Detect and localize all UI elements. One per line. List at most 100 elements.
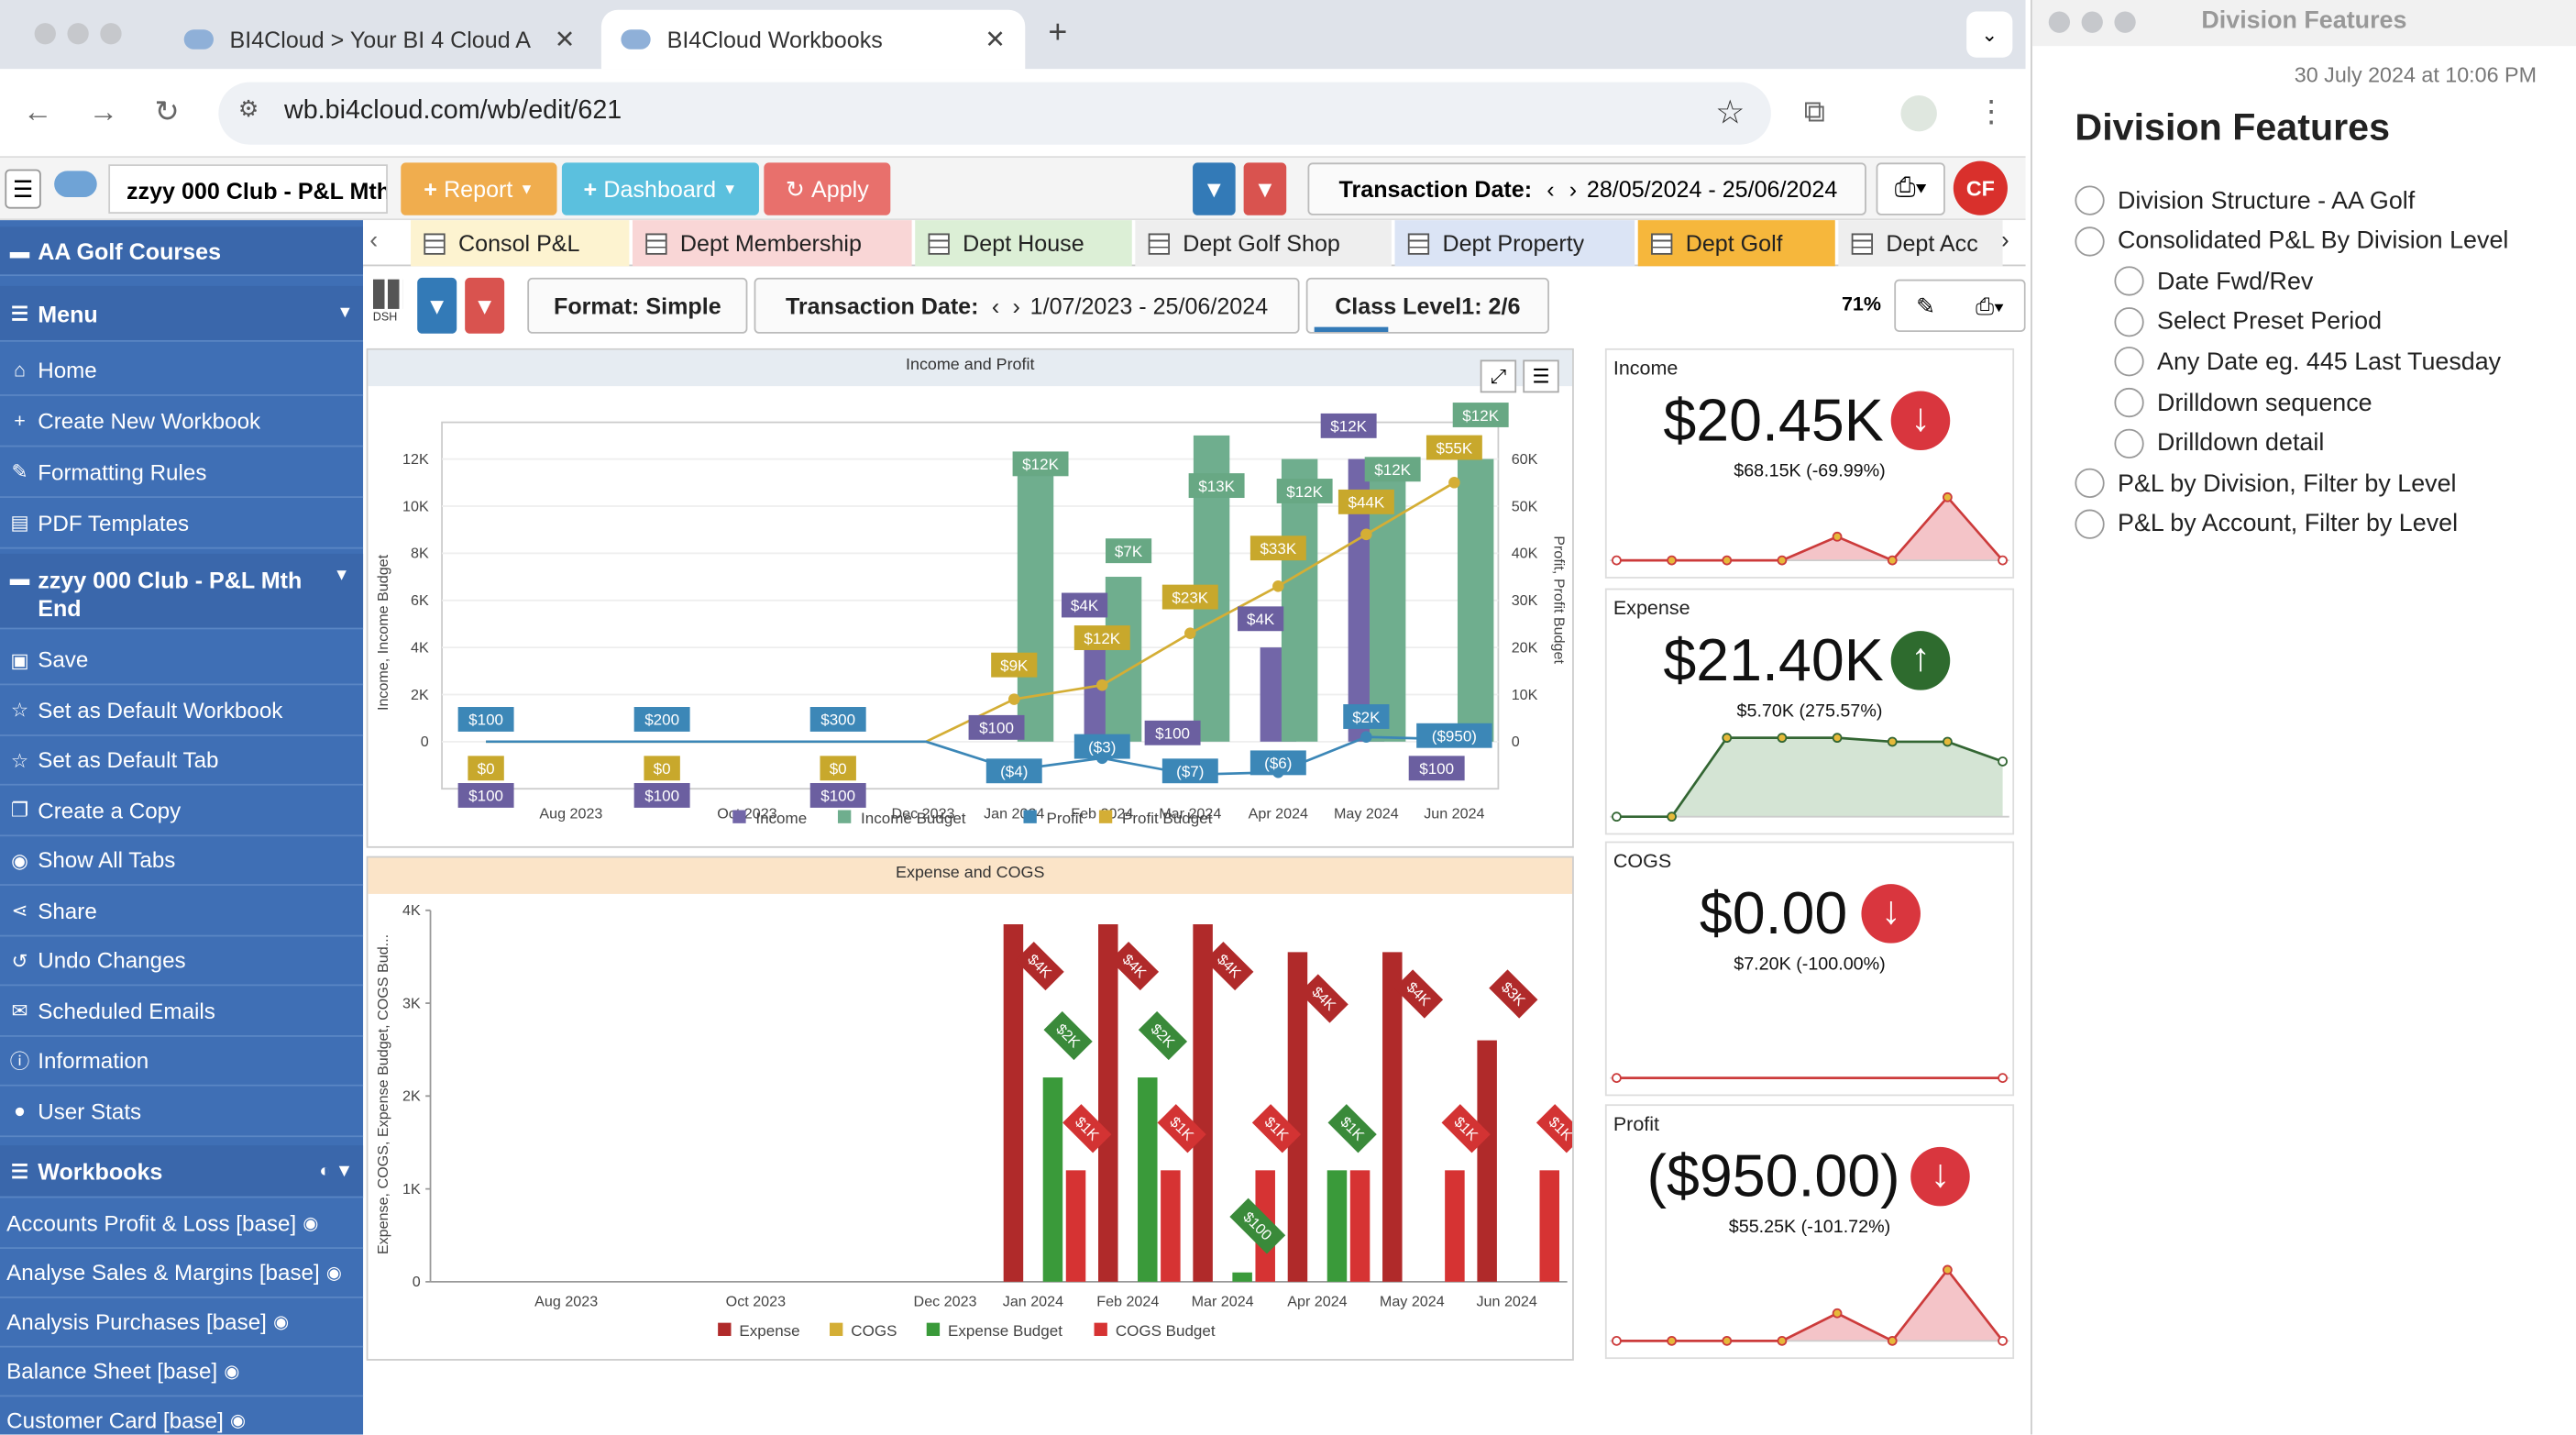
sidebar-item-home[interactable]: ⌂ Home <box>0 345 364 396</box>
transaction-date-filter[interactable]: Transaction Date: ‹ › 28/05/2024 - 25/06… <box>1307 162 1866 215</box>
checkbox-circle-icon[interactable] <box>2075 469 2105 499</box>
checkbox-circle-icon[interactable] <box>2075 509 2105 539</box>
sidebar-item-undo-changes[interactable]: ↺ Undo Changes <box>0 936 364 987</box>
sidebar-item-information[interactable]: ⓘ Information <box>0 1037 364 1087</box>
workbook-link[interactable]: Balance Sheet [base] ◉ <box>0 1348 364 1397</box>
user-avatar[interactable]: CF <box>1953 160 2008 215</box>
tab-dept-property[interactable]: Dept Property <box>1394 220 1635 267</box>
tab-dept-house[interactable]: Dept House <box>915 220 1132 267</box>
workbook-link[interactable]: Analysis Purchases [base] ◉ <box>0 1298 364 1348</box>
filter-icon[interactable]: ▼ <box>1193 162 1236 215</box>
tab-dept-golf[interactable]: Dept Golf <box>1637 220 1835 267</box>
checkbox-circle-icon[interactable] <box>2075 226 2105 256</box>
checkbox-circle-icon[interactable] <box>2114 347 2144 378</box>
checklist-item[interactable]: Drilldown sequence <box>2114 387 2372 418</box>
checklist-item[interactable]: Any Date eg. 445 Last Tuesday <box>2114 347 2501 378</box>
sidebar-item-formatting-rules[interactable]: ✎ Formatting Rules <box>0 447 364 499</box>
tab-dept-membership[interactable]: Dept Membership <box>632 220 912 267</box>
bookmark-star-icon[interactable]: ☆ <box>1715 92 1745 133</box>
apply-button[interactable]: ↻ Apply <box>764 162 891 215</box>
workbook-name-field[interactable]: zzyy 000 Club - P&L Mth <box>108 164 388 214</box>
print-icon[interactable]: ⎙▾ <box>1876 162 1945 215</box>
minimize-window-icon[interactable] <box>67 23 89 45</box>
profile-avatar[interactable] <box>1900 94 1937 132</box>
sidebar-item-pdf-templates[interactable]: ▤ PDF Templates <box>0 498 364 549</box>
format-selector[interactable]: Format: Simple <box>527 277 748 334</box>
sidebar-item-save[interactable]: ▣ Save <box>0 636 364 686</box>
forward-arrow-icon[interactable]: → <box>89 95 118 130</box>
sidebar-item-set-as-default-tab[interactable]: ☆ Set as Default Tab <box>0 736 364 786</box>
eye-icon[interactable]: ◉ <box>224 1361 239 1383</box>
sidebar-item-set-as-default-workbook[interactable]: ☆ Set as Default Workbook <box>0 686 364 735</box>
minimize-window-icon[interactable] <box>2081 11 2103 33</box>
close-tab-icon[interactable]: ✕ <box>555 25 576 54</box>
close-tab-icon[interactable]: ✕ <box>985 25 1006 54</box>
workbook-link[interactable]: Analyse Sales & Margins [base] ◉ <box>0 1249 364 1298</box>
tab-dept-acc[interactable]: Dept Acc <box>1838 220 2003 267</box>
checklist-item[interactable]: Date Fwd/Rev <box>2114 266 2313 296</box>
hamburger-menu-icon[interactable]: ☰ <box>5 169 41 209</box>
dashboard-transaction-date-filter[interactable]: Transaction Date: ‹ › 1/07/2023 - 25/06/… <box>754 277 1300 334</box>
prev-period-icon[interactable]: ‹ <box>1547 176 1554 203</box>
maximize-window-icon[interactable] <box>100 23 122 45</box>
workbooks-section-header[interactable]: ☰ Workbooks ◐ ▼ <box>0 1145 364 1198</box>
sidebar-item-share[interactable]: ⋖ Share <box>0 887 364 936</box>
eye-icon[interactable]: ◉ <box>326 1262 342 1284</box>
checklist-item[interactable]: P&L by Account, Filter by Level <box>2075 509 2458 539</box>
checkbox-circle-icon[interactable] <box>2114 428 2144 458</box>
tab-list-chevron-icon[interactable]: ⌄ <box>1966 11 2013 58</box>
chevron-down-icon[interactable]: ▼ <box>337 304 354 323</box>
url-input[interactable]: ⚙ wb.bi4cloud.com/wb/edit/621 ☆ <box>218 82 1771 145</box>
maximize-window-icon[interactable] <box>2114 11 2136 33</box>
class-level-filter[interactable]: Class Level1: 2/6 <box>1305 277 1549 334</box>
chevron-down-icon[interactable]: ▼ <box>334 567 350 585</box>
tab-dept-golf-shop[interactable]: Dept Golf Shop <box>1135 220 1392 267</box>
sidebar-item-create-new-workbook[interactable]: + Create New Workbook <box>0 396 364 447</box>
back-arrow-icon[interactable]: ← <box>23 95 52 130</box>
checklist-item[interactable]: P&L by Division, Filter by Level <box>2075 469 2457 499</box>
checkbox-circle-icon[interactable] <box>2075 185 2105 215</box>
checkbox-circle-icon[interactable] <box>2114 387 2144 418</box>
report-button[interactable]: + Report ▼ <box>401 162 557 215</box>
checklist-item[interactable]: Division Structure - AA Golf <box>2075 185 2415 215</box>
workbook-link[interactable]: Customer Card [base] ◉ <box>0 1396 363 1434</box>
checklist-item[interactable]: Consolidated P&L By Division Level <box>2075 226 2508 256</box>
tab-consol-p-l[interactable]: Consol P&L <box>411 220 630 267</box>
browser-tab-workbooks[interactable]: BI4Cloud Workbooks ✕ <box>600 9 1026 70</box>
reload-icon[interactable]: ↻ <box>154 95 179 130</box>
workbook-section-header[interactable]: ▬ zzyy 000 Club - P&L Mth End ▼ <box>0 553 364 630</box>
clear-filter-icon[interactable]: ▼ <box>465 277 505 334</box>
sidebar-item-show-all-tabs[interactable]: ◉ Show All Tabs <box>0 836 364 886</box>
tabs-scroll-left-icon[interactable]: ‹ <box>369 226 378 254</box>
sidebar-item-user-stats[interactable]: ● User Stats <box>0 1087 364 1137</box>
browser-menu-icon[interactable]: ⋮ <box>1976 95 2006 130</box>
checklist-item[interactable]: Select Preset Period <box>2114 306 2382 337</box>
print-icon[interactable]: ⎙▾ <box>1976 292 2004 319</box>
sidebar-item-create-a-copy[interactable]: ❐ Create a Copy <box>0 787 364 836</box>
site-settings-icon[interactable]: ⚙ <box>238 95 259 123</box>
sidebar-item-scheduled-emails[interactable]: ✉ Scheduled Emails <box>0 987 364 1036</box>
visibility-toggle-icon[interactable]: ◐ ▼ <box>319 1161 353 1181</box>
eye-icon[interactable]: ◉ <box>303 1213 318 1234</box>
workbook-link[interactable]: Accounts Profit & Loss [base] ◉ <box>0 1199 364 1249</box>
new-tab-icon[interactable]: + <box>1048 15 1067 52</box>
dashboard-button[interactable]: + Dashboard ▼ <box>561 162 759 215</box>
filter-icon[interactable]: ▼ <box>417 277 457 334</box>
browser-tab-bi4cloud-home[interactable]: BI4Cloud > Your BI 4 Cloud A ✕ <box>164 10 595 70</box>
menu-section-header[interactable]: ☰ Menu ▼ <box>0 285 364 342</box>
checkbox-circle-icon[interactable] <box>2114 306 2144 337</box>
checklist-item[interactable]: Drilldown detail <box>2114 428 2324 458</box>
clear-filter-icon[interactable]: ▼ <box>1243 162 1287 215</box>
close-window-icon[interactable] <box>34 23 56 45</box>
edit-icon[interactable]: ✎ <box>1916 292 1935 319</box>
company-header[interactable]: ▬ AA Golf Courses <box>0 226 364 277</box>
eye-icon[interactable]: ◉ <box>273 1311 289 1333</box>
eye-icon[interactable]: ◉ <box>230 1410 246 1431</box>
next-period-icon[interactable]: › <box>1013 293 1020 319</box>
close-window-icon[interactable] <box>2048 11 2071 33</box>
dashboard-icon[interactable] <box>372 279 403 309</box>
checkbox-circle-icon[interactable] <box>2114 266 2144 296</box>
prev-period-icon[interactable]: ‹ <box>992 293 999 319</box>
extensions-icon[interactable]: ⧉ <box>1804 95 1825 130</box>
next-period-icon[interactable]: › <box>1569 176 1577 203</box>
